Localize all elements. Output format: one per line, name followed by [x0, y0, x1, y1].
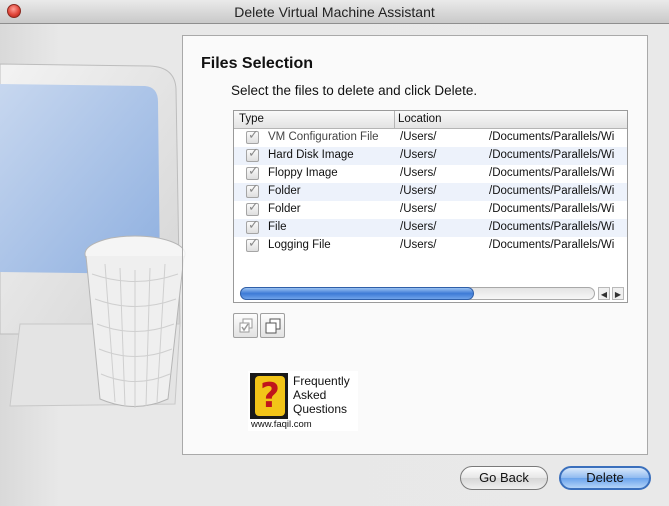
table-row[interactable]: Floppy Image/Users/ /Documents/Parallels/…: [234, 164, 627, 183]
type-cell: Folder: [268, 185, 301, 197]
type-cell: VM Configuration File: [268, 131, 379, 143]
location-path-cell: /Documents/Parallels/Wi: [489, 239, 615, 251]
location-path-cell: /Documents/Parallels/Wi: [489, 185, 615, 197]
faq-logo: ? Frequently Asked Questions www.faqil.c…: [248, 371, 358, 431]
faq-line-3: Questions: [293, 402, 348, 416]
faq-line-1: Frequently: [293, 374, 350, 388]
trash-illustration: [0, 63, 186, 408]
page-heading: Files Selection: [201, 55, 314, 72]
check-all-icon: [239, 318, 253, 333]
horizontal-scrollbar[interactable]: ◀ ▶: [236, 286, 626, 301]
check-all-button[interactable]: [233, 313, 258, 338]
type-cell: Folder: [268, 203, 301, 215]
table-row[interactable]: Logging File/Users/ /Documents/Parallels/…: [234, 236, 627, 255]
location-cell: /Users/: [400, 185, 437, 197]
location-path-cell: /Documents/Parallels/Wi: [489, 131, 615, 143]
row-checkbox[interactable]: [246, 200, 259, 216]
location-path-cell: /Documents/Parallels/Wi: [489, 167, 615, 179]
row-checkbox[interactable]: [246, 146, 259, 162]
column-divider: [394, 111, 395, 129]
location-cell: /Users/: [400, 131, 437, 143]
location-cell: /Users/: [400, 203, 437, 215]
scroll-thumb[interactable]: [240, 287, 474, 300]
table-row[interactable]: Folder/Users/ /Documents/Parallels/Wi: [234, 182, 627, 201]
location-cell: /Users/: [400, 149, 437, 161]
table-row[interactable]: VM Configuration File/Users/ /Documents/P…: [234, 128, 627, 147]
row-checkbox[interactable]: [246, 182, 259, 198]
copy-button[interactable]: [260, 313, 285, 338]
type-cell: Floppy Image: [268, 167, 338, 179]
row-checkbox[interactable]: [246, 164, 259, 180]
type-cell: Logging File: [268, 239, 331, 251]
location-cell: /Users/: [400, 221, 437, 233]
files-table: Type Location VM Configuration File/User…: [233, 110, 628, 303]
column-header-type[interactable]: Type: [239, 113, 264, 125]
location-cell: /Users/: [400, 167, 437, 179]
location-path-cell: /Documents/Parallels/Wi: [489, 221, 615, 233]
table-row[interactable]: File/Users/ /Documents/Parallels/Wi: [234, 218, 627, 237]
copy-icon: [265, 318, 281, 334]
window-title: Delete Virtual Machine Assistant: [234, 4, 435, 20]
faq-url: www.faqil.com: [251, 419, 312, 430]
scroll-right-arrow-icon[interactable]: ▶: [612, 287, 624, 300]
row-checkbox[interactable]: [246, 218, 259, 234]
row-checkbox: [246, 128, 259, 144]
table-row[interactable]: Folder/Users/ /Documents/Parallels/Wi: [234, 200, 627, 219]
location-cell: /Users/: [400, 239, 437, 251]
scroll-left-arrow-icon[interactable]: ◀: [598, 287, 610, 300]
location-path-cell: /Documents/Parallels/Wi: [489, 203, 615, 215]
row-checkbox[interactable]: [246, 236, 259, 252]
type-cell: Hard Disk Image: [268, 149, 354, 161]
title-bar: Delete Virtual Machine Assistant: [0, 0, 669, 24]
instruction-text: Select the files to delete and click Del…: [231, 83, 478, 98]
question-mark-icon: ?: [250, 373, 288, 419]
faq-line-2: Asked: [293, 388, 327, 402]
table-row[interactable]: Hard Disk Image/Users/ /Documents/Paralle…: [234, 146, 627, 165]
go-back-button[interactable]: Go Back: [460, 466, 548, 490]
location-path-cell: /Documents/Parallels/Wi: [489, 149, 615, 161]
type-cell: File: [268, 221, 287, 233]
delete-button[interactable]: Delete: [559, 466, 651, 490]
column-header-location[interactable]: Location: [398, 113, 441, 125]
table-header: Type Location: [234, 111, 627, 129]
